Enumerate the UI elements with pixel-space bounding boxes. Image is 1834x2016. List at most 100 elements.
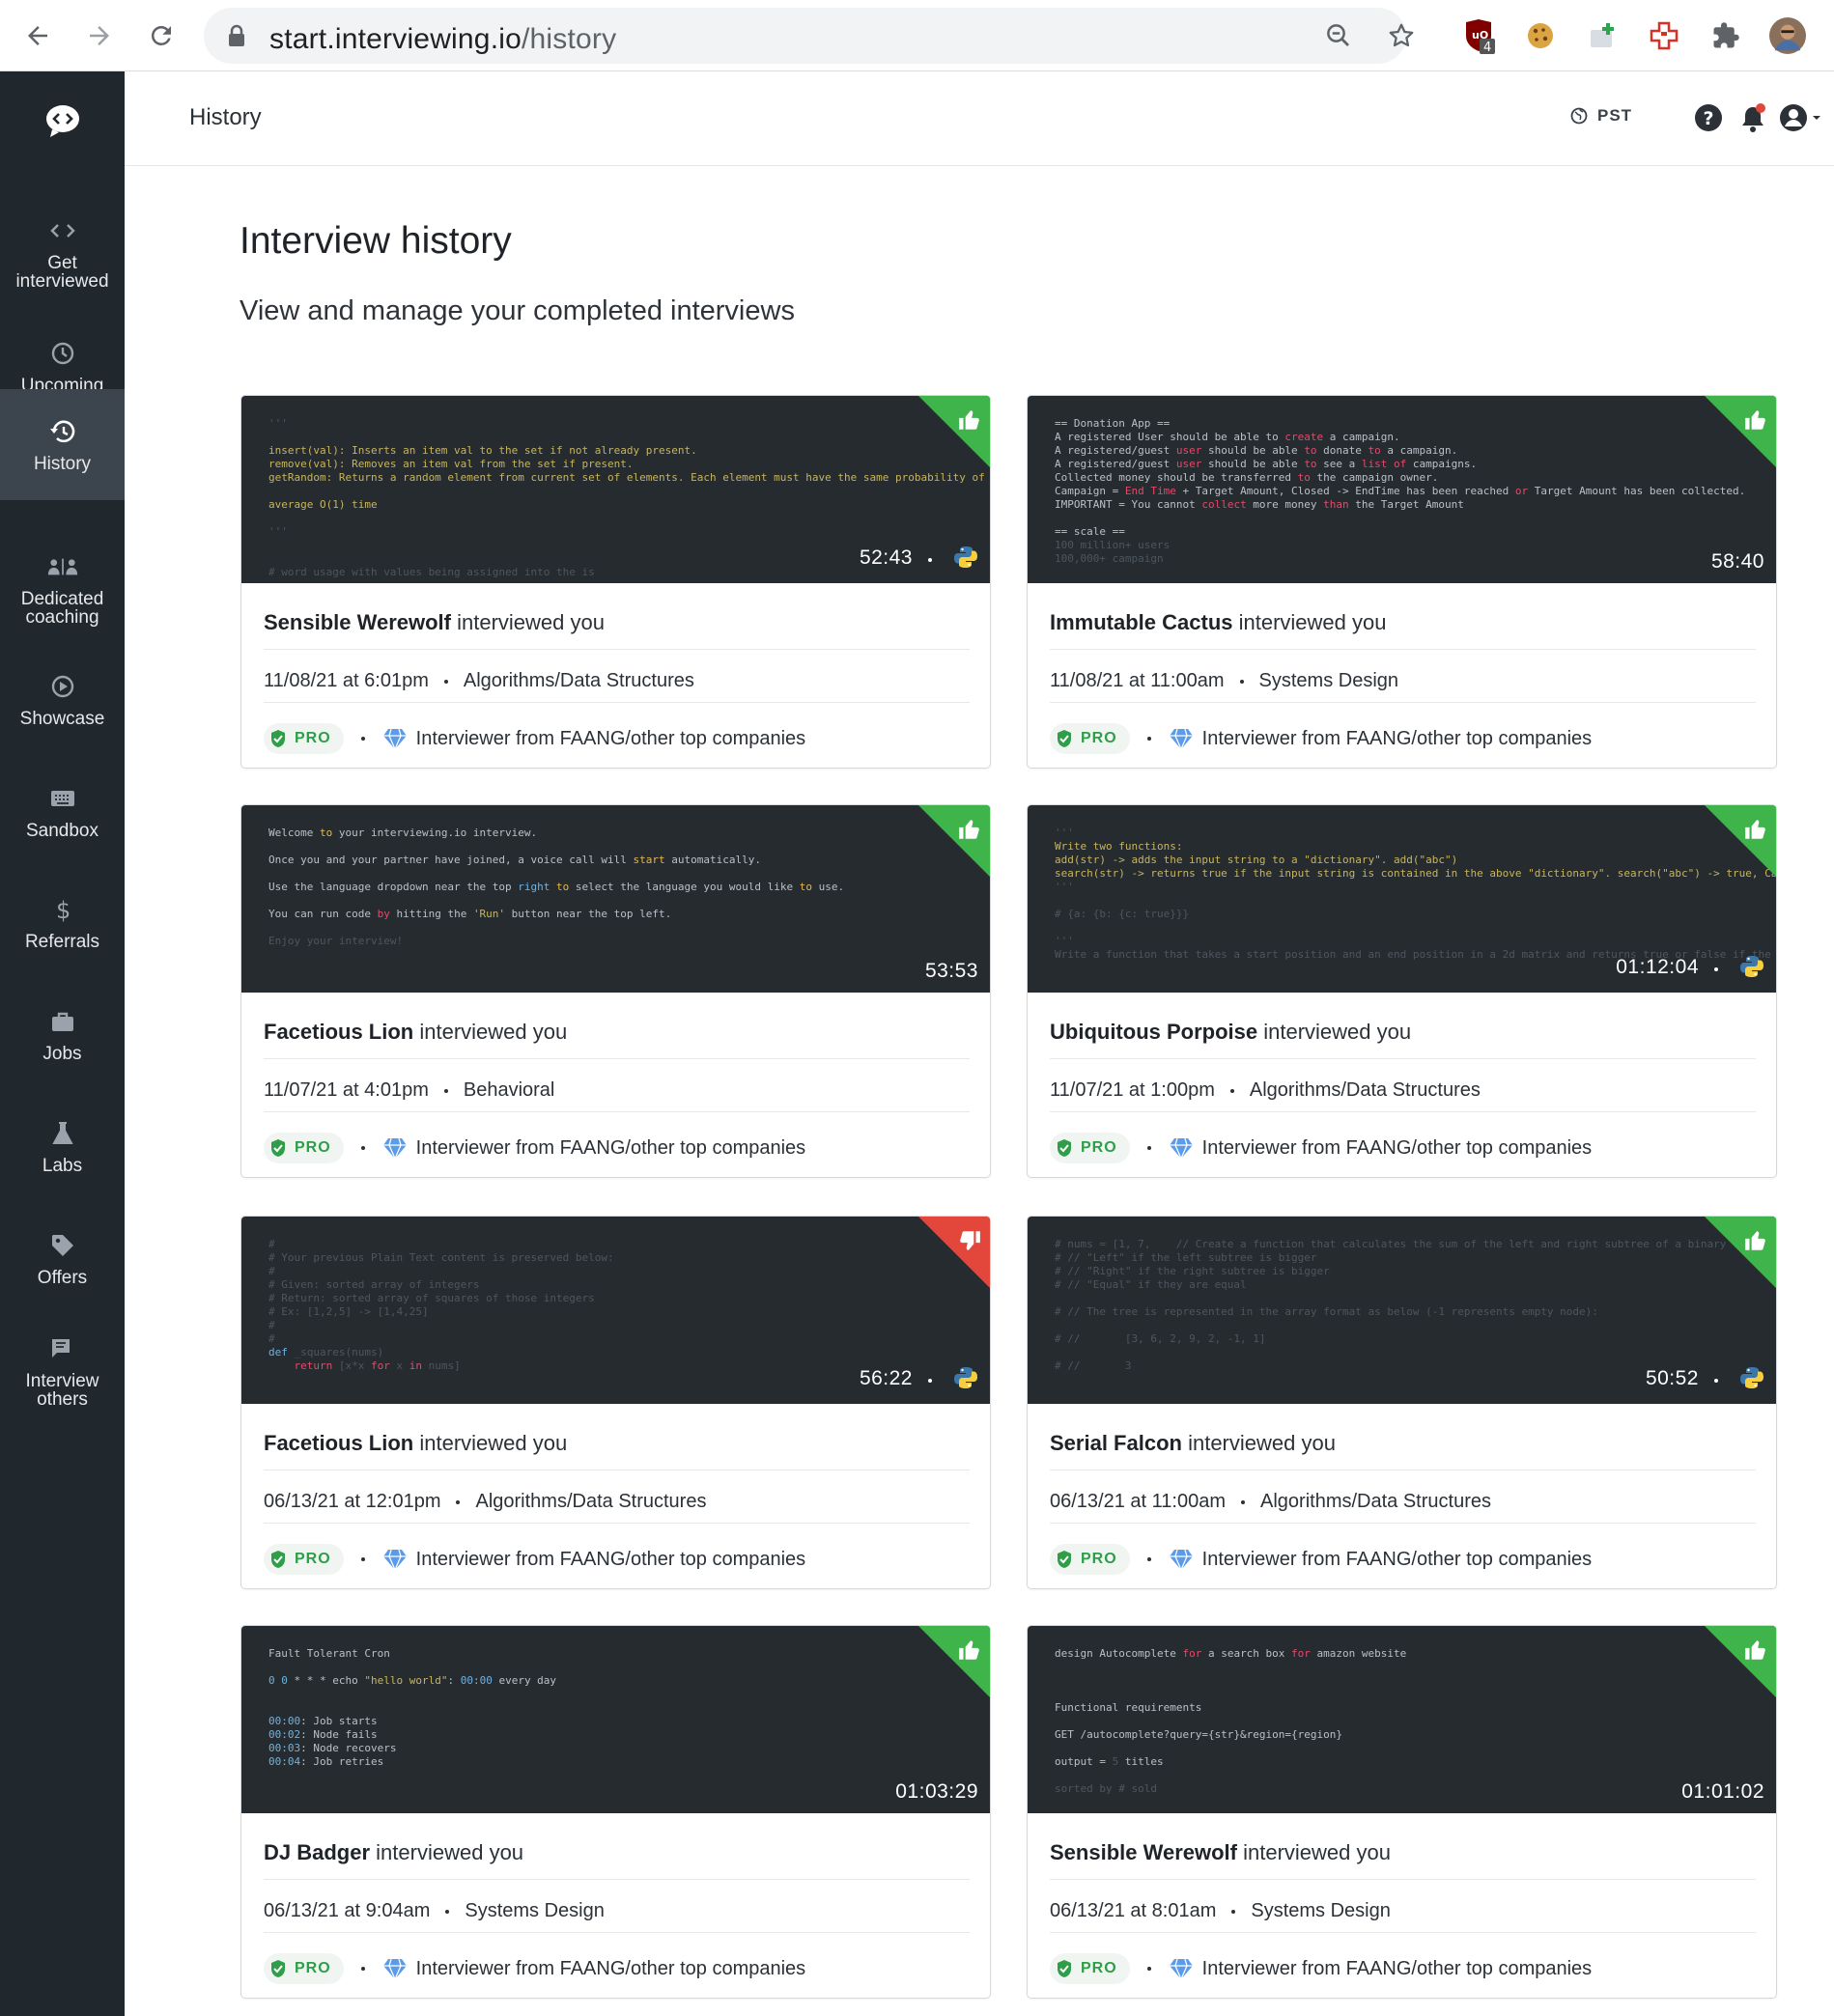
thumbs-up-icon (959, 820, 979, 839)
code-preview-thumbnail[interactable]: Welcome to your interviewing.io intervie… (241, 805, 990, 993)
breadcrumb: History (189, 104, 262, 130)
ublock-extension-icon[interactable]: uO 4 (1460, 17, 1497, 54)
interview-date: 06/13/21 at 11:00am (1050, 1491, 1226, 1512)
coaching-icon (47, 551, 78, 582)
interview-card[interactable]: Fault Tolerant Cron 0 0 * * * echo "hell… (240, 1625, 991, 1999)
sidebar-item-history[interactable]: History (0, 389, 125, 500)
divider (264, 1111, 970, 1112)
pro-badge: PRO (264, 723, 344, 754)
thumbs-up-icon (1745, 820, 1765, 839)
divider (1050, 1523, 1756, 1524)
interviewer-name: Serial Falcon (1050, 1431, 1182, 1455)
play-circle-icon (47, 671, 78, 702)
page-subtitle: View and manage your completed interview… (240, 295, 795, 326)
separator-dot (928, 558, 932, 562)
shield-check-icon (1058, 1551, 1071, 1568)
thumbs-down-icon (960, 1231, 980, 1250)
interview-type: Systems Design (1251, 1900, 1391, 1921)
interviewer-name: DJ Badger (264, 1840, 371, 1864)
back-button[interactable] (15, 14, 60, 58)
interview-card[interactable]: Welcome to your interviewing.io intervie… (240, 804, 991, 1178)
help-button[interactable]: ? (1691, 100, 1726, 135)
sidebar-item-interview-others[interactable]: Interview others (0, 1315, 125, 1426)
arrow-left-icon (28, 26, 47, 45)
puzzle-extensions-icon[interactable] (1707, 17, 1744, 54)
user-menu-button[interactable] (1778, 100, 1826, 135)
add-extension-icon[interactable] (1584, 17, 1621, 54)
interview-date: 11/07/21 at 1:00pm (1050, 1079, 1215, 1101)
diamond-icon (382, 1958, 407, 1981)
code-preview-thumbnail[interactable]: # # Your previous Plain Text content is … (241, 1217, 990, 1404)
duration: 56:22 (859, 1367, 913, 1389)
forward-button[interactable] (77, 14, 122, 58)
code-preview-thumbnail[interactable]: ''' Write two functions: add(str) -> add… (1028, 805, 1776, 993)
tag-icon (47, 1230, 78, 1261)
sidebar-item-labs[interactable]: Labs (0, 1091, 125, 1202)
sidebar-item-sandbox[interactable]: Sandbox (0, 756, 125, 867)
sidebar-item-showcase[interactable]: Showcase (0, 644, 125, 755)
lock-icon (229, 24, 244, 46)
medical-extension-icon[interactable] (1646, 17, 1682, 54)
card-title: Sensible Werewolf interviewed you (264, 610, 605, 634)
star-bookmark-icon[interactable] (1387, 21, 1416, 50)
url-text: start.interviewing.io/history (269, 23, 617, 55)
code-preview: # # Your previous Plain Text content is … (268, 1238, 614, 1372)
sidebar-item-label: Interview (25, 1370, 99, 1391)
chat-icon (47, 1333, 78, 1364)
diamond-icon (1169, 1137, 1193, 1161)
divider (264, 1523, 970, 1524)
sidebar-item-label: others (37, 1388, 88, 1410)
sidebar-item-label: Dedicated (20, 588, 104, 609)
interview-card[interactable]: == Donation App == A registered User sho… (1027, 395, 1777, 769)
code-preview: Fault Tolerant Cron 0 0 * * * echo "hell… (268, 1647, 557, 1768)
interview-meta: 11/07/21 at 1:00pm Algorithms/Data Struct… (1050, 1079, 1481, 1102)
browser-toolbar: start.interviewing.io/history uO 4 (0, 0, 1834, 71)
python-icon (1740, 1367, 1763, 1388)
interview-card[interactable]: # # Your previous Plain Text content is … (240, 1216, 991, 1589)
history-icon (47, 416, 78, 447)
address-bar[interactable]: start.interviewing.io/history (204, 8, 1414, 64)
sidebar-item-label: interviewed (15, 270, 109, 292)
code-preview-thumbnail[interactable]: == Donation App == A registered User sho… (1028, 396, 1776, 583)
notifications-button[interactable] (1735, 100, 1770, 135)
interview-card[interactable]: ''' insert(val): Inserts an item val to … (240, 395, 991, 769)
profile-avatar-icon[interactable] (1769, 17, 1806, 54)
interview-card[interactable]: ''' Write two functions: add(str) -> add… (1027, 804, 1777, 1178)
card-title: Ubiquitous Porpoise interviewed you (1050, 1020, 1412, 1044)
zoom-icon[interactable] (1324, 21, 1353, 50)
diamond-icon (1169, 1549, 1193, 1572)
sidebar-item-label: Referrals (24, 932, 100, 952)
interviewing-io-logo[interactable] (39, 100, 87, 139)
interview-card[interactable]: design Autocomplete for a search box for… (1027, 1625, 1777, 1999)
clock-icon (47, 338, 78, 369)
code-preview-thumbnail[interactable]: ''' insert(val): Inserts an item val to … (241, 396, 990, 583)
code-preview-thumbnail[interactable]: design Autocomplete for a search box for… (1028, 1626, 1776, 1813)
divider (264, 1932, 970, 1933)
sidebar-item-get-interviewed[interactable]: Get interviewed (0, 197, 125, 308)
pro-badge: PRO (264, 1544, 344, 1575)
reload-button[interactable] (139, 14, 183, 58)
interview-card[interactable]: # nums = [1, 7, // Create a function tha… (1027, 1216, 1777, 1589)
code-preview: Welcome to your interviewing.io intervie… (268, 826, 845, 947)
sidebar-item-referrals[interactable]: $ Referrals (0, 867, 125, 978)
interviewer-note: Interviewer from FAANG/other top compani… (1201, 1957, 1593, 1979)
sidebar-item-offers[interactable]: Offers (0, 1203, 125, 1314)
interview-type: Algorithms/Data Structures (463, 670, 694, 691)
code-preview-thumbnail[interactable]: # nums = [1, 7, // Create a function tha… (1028, 1217, 1776, 1404)
card-title: DJ Badger interviewed you (264, 1840, 524, 1864)
card-footer: PRO Interviewer from FAANG/other top com… (264, 1133, 805, 1163)
code-preview-thumbnail[interactable]: Fault Tolerant Cron 0 0 * * * echo "hell… (241, 1626, 990, 1813)
interviewer-note: Interviewer from FAANG/other top compani… (415, 1548, 806, 1570)
sidebar-item-jobs[interactable]: Jobs (0, 979, 125, 1090)
diamond-icon (382, 1549, 407, 1572)
interviewer-note: Interviewer from FAANG/other top compani… (1201, 1136, 1593, 1159)
timezone-selector[interactable]: PST (1570, 106, 1632, 126)
interviewer-name: Ubiquitous Porpoise (1050, 1020, 1258, 1044)
sidebar-item-label: Sandbox (25, 821, 99, 841)
cookie-extension-icon[interactable] (1522, 17, 1559, 54)
pro-badge: PRO (1050, 1133, 1130, 1163)
divider (264, 1058, 970, 1059)
python-icon (1740, 956, 1763, 977)
svg-text:$: $ (56, 897, 71, 923)
sidebar-item-dedicated-coaching[interactable]: Dedicated coaching (0, 533, 125, 644)
